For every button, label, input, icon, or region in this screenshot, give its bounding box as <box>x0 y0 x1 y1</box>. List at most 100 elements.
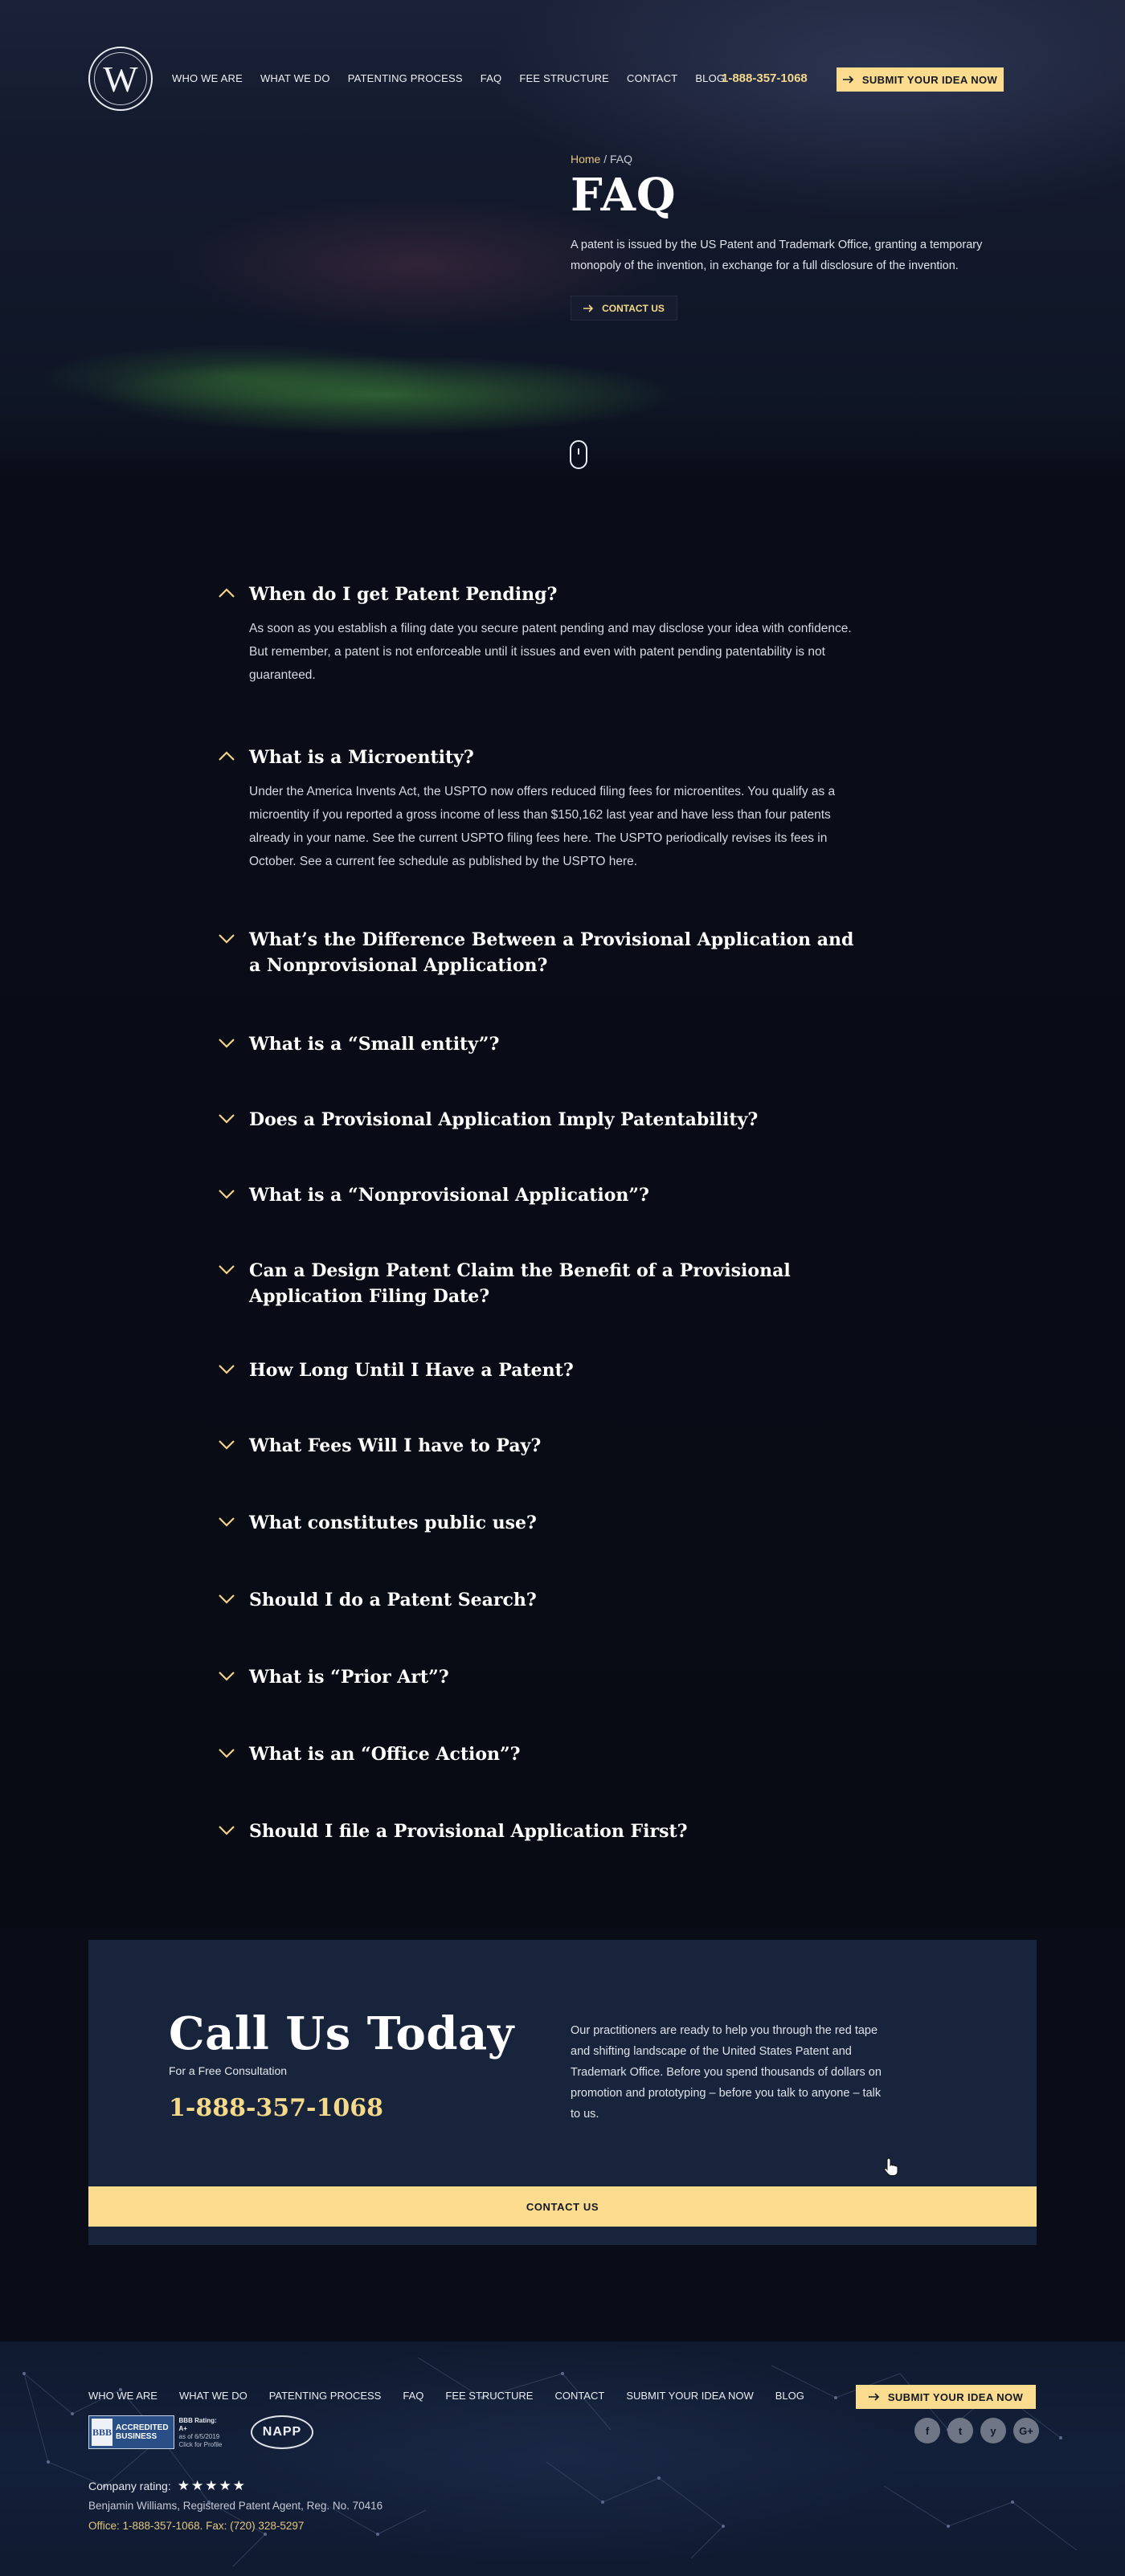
bbb-profile-link[interactable]: Click for Profile <box>179 2441 225 2449</box>
faq-question[interactable]: When do I get Patent Pending? <box>249 582 860 607</box>
submit-idea-button[interactable]: SUBMIT YOUR IDEA NOW <box>837 67 1004 92</box>
constellation-background <box>22 2357 1078 2567</box>
footer-nav-blog[interactable]: BLOG <box>775 2390 804 2402</box>
chevron-down-icon <box>219 1749 235 1758</box>
footer-nav-fee-structure[interactable]: FEE STRUCTURE <box>445 2390 533 2402</box>
chevron-down-icon <box>219 1039 235 1048</box>
footer-nav: WHO WE ARE WHAT WE DO PATENTING PROCESS … <box>88 2390 804 2402</box>
faq-item[interactable]: When do I get Patent Pending? As soon as… <box>217 582 876 702</box>
faq-question[interactable]: What is a “Small entity”? <box>249 1031 860 1057</box>
cta-contact-button[interactable]: CONTACT US <box>88 2186 1037 2227</box>
main-nav: WHO WE ARE WHAT WE DO PATENTING PROCESS … <box>172 72 725 84</box>
chevron-down-icon <box>219 1517 235 1527</box>
cta-title: Call Us Today <box>169 2007 514 2060</box>
nav-item-blog[interactable]: BLOG <box>695 72 725 84</box>
faq-question[interactable]: What constitutes public use? <box>249 1510 860 1536</box>
office-contact-info: Office: 1-888-357-1068. Fax: (720) 328-5… <box>88 2520 305 2532</box>
cta-description: Our practitioners are ready to help you … <box>571 2024 882 2121</box>
hero-contact-label: CONTACT US <box>602 302 665 314</box>
patent-agent-info: Benjamin Williams, Registered Patent Age… <box>88 2500 383 2512</box>
faq-question[interactable]: Should I do a Patent Search? <box>249 1587 860 1613</box>
arrow-right-icon <box>868 2393 879 2401</box>
cta-subtitle: For a Free Consultation <box>169 2064 288 2077</box>
faq-item[interactable]: What is a Microentity? Under the America… <box>217 745 876 881</box>
arrow-right-icon <box>842 76 853 84</box>
chevron-down-icon <box>219 1114 235 1124</box>
faq-question[interactable]: Does a Provisional Application Imply Pat… <box>249 1107 860 1133</box>
bbb-rating: BBB Rating: A+ <box>178 2417 217 2432</box>
napp-logo[interactable]: NAPP <box>251 2415 313 2449</box>
twitter-icon[interactable]: t <box>947 2418 973 2443</box>
chevron-up-icon <box>219 588 235 598</box>
chevron-down-icon <box>219 1440 235 1450</box>
nav-item-contact[interactable]: CONTACT <box>627 72 677 84</box>
company-rating: Company rating: ★★★★★ <box>88 2478 247 2494</box>
bbb-seal-line1: ACCREDITED <box>116 2423 169 2432</box>
nav-item-patenting-process[interactable]: PATENTING PROCESS <box>348 72 463 84</box>
cta-phone-link[interactable]: 1-888-357-1068 <box>169 2094 383 2122</box>
footer-submit-idea-button[interactable]: SUBMIT YOUR IDEA NOW <box>856 2385 1036 2409</box>
call-us-panel: Call Us Today For a Free Consultation 1-… <box>88 1940 1037 2245</box>
breadcrumb-separator: / <box>600 153 611 165</box>
nav-item-faq[interactable]: FAQ <box>481 72 502 84</box>
chevron-down-icon <box>219 1265 235 1275</box>
breadcrumb-current: FAQ <box>610 153 633 165</box>
faq-question[interactable]: Should I file a Provisional Application … <box>249 1819 860 1844</box>
bbb-as-of: as of 6/5/2019 <box>178 2433 220 2440</box>
footer-nav-faq[interactable]: FAQ <box>403 2390 423 2402</box>
site-logo[interactable]: W <box>88 47 153 111</box>
chevron-up-icon <box>219 751 235 761</box>
bbb-badge[interactable]: BBB ACCREDITED BUSINESS BBB Rating: A+ a… <box>88 2415 225 2449</box>
faq-item[interactable]: What’s the Difference Between a Provisio… <box>217 927 876 978</box>
google-plus-icon[interactable]: G+ <box>1013 2418 1039 2443</box>
hand-cursor-icon <box>884 2158 898 2176</box>
footer-submit-idea-label: SUBMIT YOUR IDEA NOW <box>887 2390 1024 2403</box>
social-links: f t y G+ <box>914 2418 1039 2443</box>
facebook-icon[interactable]: f <box>914 2418 940 2443</box>
faq-question[interactable]: What is a “Nonprovisional Application”? <box>249 1182 860 1208</box>
footer-nav-who-we-are[interactable]: WHO WE ARE <box>88 2390 158 2402</box>
scroll-down-icon[interactable] <box>570 440 587 469</box>
chevron-down-icon <box>219 1594 235 1604</box>
hero-description: A patent is issued by the US Patent and … <box>571 239 983 272</box>
hero-horizon <box>0 450 1125 482</box>
site-footer: WHO WE ARE WHAT WE DO PATENTING PROCESS … <box>0 2341 1125 2576</box>
breadcrumb-home-link[interactable]: Home <box>571 153 600 165</box>
chevron-down-icon <box>219 934 235 944</box>
hero-section: W WHO WE ARE WHAT WE DO PATENTING PROCES… <box>0 0 1125 482</box>
faq-question[interactable]: Can a Design Patent Claim the Benefit of… <box>249 1258 860 1309</box>
faq-question[interactable]: What is “Prior Art”? <box>249 1664 860 1690</box>
footer-nav-what-we-do[interactable]: WHAT WE DO <box>179 2390 248 2402</box>
faq-answer: Under the America Invents Act, the USPTO… <box>249 785 836 868</box>
page-title: FAQ <box>571 169 677 222</box>
logo-monogram: W <box>103 59 138 100</box>
chevron-down-icon <box>219 1826 235 1835</box>
hero-contact-button[interactable]: CONTACT US <box>571 296 677 320</box>
nav-item-what-we-do[interactable]: WHAT WE DO <box>260 72 330 84</box>
nav-item-fee-structure[interactable]: FEE STRUCTURE <box>519 72 609 84</box>
bbb-seal: BBB ACCREDITED BUSINESS <box>88 2415 174 2449</box>
footer-nav-contact[interactable]: CONTACT <box>554 2390 604 2402</box>
faq-question[interactable]: What is a Microentity? <box>249 745 860 770</box>
chevron-down-icon <box>219 1190 235 1199</box>
company-rating-label: Company rating: <box>88 2480 171 2492</box>
footer-nav-patenting-process[interactable]: PATENTING PROCESS <box>269 2390 382 2402</box>
faq-question[interactable]: How Long Until I Have a Patent? <box>249 1357 860 1383</box>
arrow-right-icon <box>583 304 594 312</box>
faq-question[interactable]: What’s the Difference Between a Provisio… <box>249 927 860 978</box>
breadcrumb: Home / FAQ <box>571 153 632 165</box>
faq-question[interactable]: What Fees Will I have to Pay? <box>249 1433 860 1459</box>
bbb-seal-line2: BUSINESS <box>116 2432 158 2441</box>
chevron-down-icon <box>219 1672 235 1681</box>
faq-answer: As soon as you establish a filing date y… <box>249 622 852 682</box>
bbb-logo-icon: BBB <box>92 2419 112 2446</box>
yelp-icon[interactable]: y <box>980 2418 1006 2443</box>
submit-idea-label: SUBMIT YOUR IDEA NOW <box>861 73 998 86</box>
rating-stars-icon: ★★★★★ <box>177 2478 247 2493</box>
faq-question[interactable]: What is an “Office Action”? <box>249 1741 860 1767</box>
nav-item-who-we-are[interactable]: WHO WE ARE <box>172 72 243 84</box>
faq-section: When do I get Patent Pending? As soon as… <box>0 482 1125 1928</box>
chevron-down-icon <box>219 1365 235 1374</box>
footer-nav-submit-idea[interactable]: SUBMIT YOUR IDEA NOW <box>626 2390 753 2402</box>
header-phone-link[interactable]: 1-888-357-1068 <box>722 71 808 85</box>
